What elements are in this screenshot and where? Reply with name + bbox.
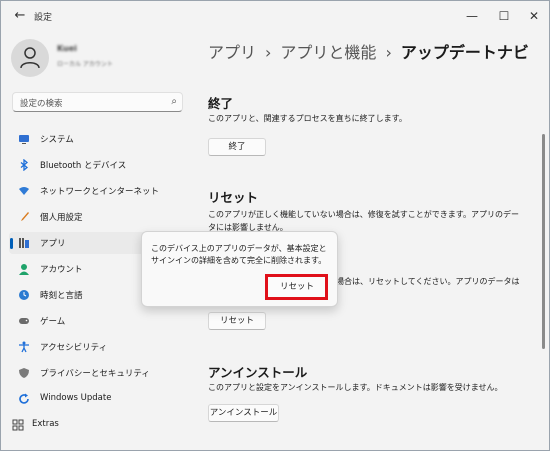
breadcrumb-separator: ›	[385, 43, 392, 62]
sidebar-item-windows-update[interactable]: Windows Update	[9, 388, 184, 410]
sidebar-item-extras[interactable]: Extras	[3, 414, 178, 436]
sidebar-item-label: ネットワークとインターネット	[40, 187, 160, 197]
terminate-description: このアプリと、関連するプロセスを直ちに終了します。	[208, 114, 407, 123]
sidebar-item-system[interactable]: システム	[9, 128, 184, 150]
apps-icon	[19, 238, 29, 248]
sidebar-item-label: アクセシビリティ	[40, 343, 108, 353]
search-placeholder: 設定の検索	[20, 99, 63, 109]
window-title: 設定	[34, 13, 53, 23]
minimize-button[interactable]: —	[463, 7, 481, 25]
sidebar-item-label: 個人用設定	[40, 213, 83, 223]
breadcrumb-apps-features[interactable]: アプリと機能	[280, 43, 376, 62]
sidebar-item-label: 時刻と言語	[40, 291, 83, 301]
sidebar-item-accessibility[interactable]: アクセシビリティ	[9, 336, 184, 358]
breadcrumb-separator: ›	[265, 43, 272, 62]
person-icon	[20, 47, 40, 69]
reset-description-line1: このアプリが正しく機能していない場合は、修復を試すことができます。アプリのデー	[208, 210, 519, 219]
sidebar-item-label: Bluetooth とデバイス	[40, 161, 127, 171]
reset-button[interactable]: リセット	[208, 312, 266, 330]
sidebar-item-bluetooth[interactable]: Bluetooth とデバイス	[9, 154, 184, 176]
search-icon: ⌕	[171, 96, 177, 107]
sidebar-item-label: アカウント	[40, 265, 83, 275]
bluetooth-icon	[20, 159, 29, 171]
globe-clock-icon	[19, 290, 29, 300]
sidebar-item-privacy[interactable]: プライバシーとセキュリティ	[9, 362, 184, 384]
breadcrumb: アプリ › アプリと機能 › アップデートナビ	[208, 39, 529, 63]
avatar	[11, 39, 49, 77]
sidebar-item-label: Windows Update	[40, 393, 112, 403]
shield-icon	[19, 368, 29, 378]
maximize-button[interactable]: ☐	[495, 7, 513, 25]
sidebar-item-gaming[interactable]: ゲーム	[9, 310, 184, 332]
terminate-heading: 終了	[208, 96, 234, 111]
reset-heading: リセット	[208, 190, 259, 205]
back-button[interactable]: ←	[11, 7, 29, 25]
highlight-box	[265, 274, 328, 300]
brush-icon	[21, 212, 29, 221]
gamepad-icon	[19, 318, 29, 324]
page-title: アップデートナビ	[400, 43, 529, 62]
profile-name: Kuei	[57, 44, 77, 53]
scrollbar[interactable]	[542, 134, 545, 349]
selection-indicator	[10, 238, 13, 249]
uninstall-description: このアプリと設定をアンインストールします。ドキュメントは影響を受けません。	[208, 383, 503, 392]
sidebar-item-label: プライバシーとセキュリティ	[40, 369, 150, 379]
profile-subtitle: ローカル アカウント	[57, 61, 113, 68]
person-icon	[19, 264, 29, 275]
sidebar-item-personalization[interactable]: 個人用設定	[9, 206, 184, 228]
title-bar: ← 設定 — ☐ ✕	[1, 1, 549, 31]
uninstall-heading: アンインストール	[208, 365, 308, 380]
accessibility-icon	[19, 341, 29, 353]
flyout-message: このデバイス上のアプリのデータが、基本設定とサインインの詳細を含めて完全に削除さ…	[151, 244, 327, 265]
sidebar-item-label: ゲーム	[40, 317, 66, 327]
uninstall-button[interactable]: アンインストール	[208, 404, 279, 422]
sidebar-item-network[interactable]: ネットワークとインターネット	[9, 180, 184, 202]
sidebar-item-label: アプリ	[40, 239, 66, 249]
update-icon	[19, 393, 29, 404]
search-input[interactable]: 設定の検索 ⌕	[12, 92, 183, 112]
terminate-button[interactable]: 終了	[208, 138, 266, 156]
settings-window: ← 設定 — ☐ ✕ Kuei ローカル アカウント 設定の検索 ⌕ システム …	[0, 0, 550, 451]
breadcrumb-apps[interactable]: アプリ	[208, 43, 256, 62]
extras-icon	[12, 419, 24, 431]
close-button[interactable]: ✕	[525, 7, 543, 25]
sidebar-item-label: システム	[40, 135, 74, 145]
reset-description-line3: 場合は、リセットしてください。アプリのデータは	[336, 277, 520, 286]
wifi-icon	[19, 187, 29, 195]
sidebar-item-label: Extras	[32, 419, 59, 429]
monitor-icon	[19, 135, 29, 144]
